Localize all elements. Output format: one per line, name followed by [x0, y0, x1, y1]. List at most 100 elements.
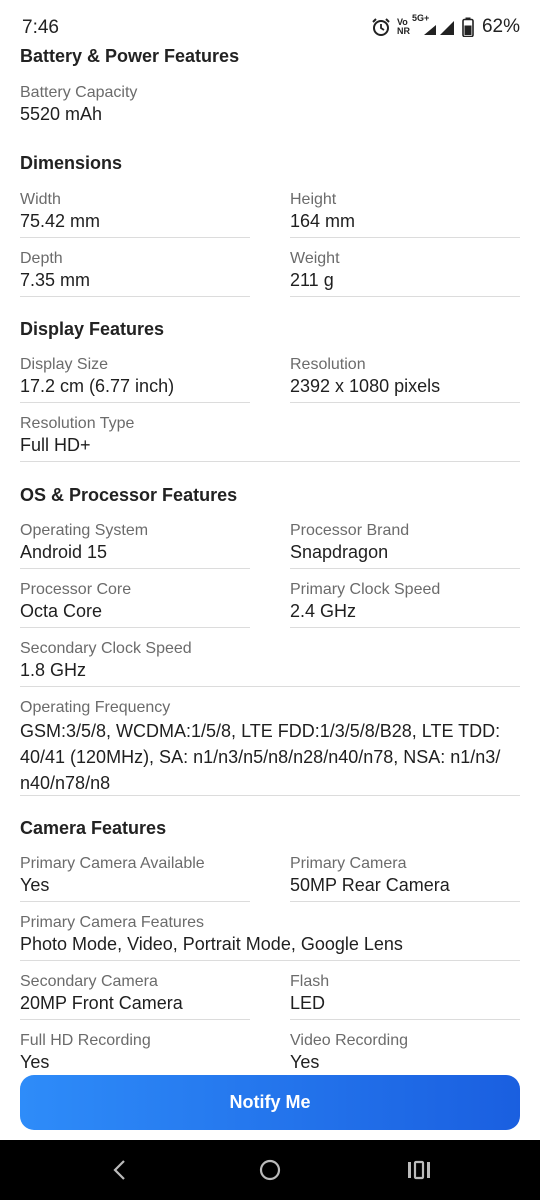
- section-title-dimensions: Dimensions: [20, 153, 123, 173]
- field-value: LED: [290, 993, 326, 1013]
- field-label: Weight: [290, 250, 340, 267]
- field-height: Height 164 mm: [290, 190, 520, 232]
- field-value: 50MP Rear Camera: [290, 875, 450, 895]
- divider: [290, 568, 520, 569]
- divider: [290, 296, 520, 297]
- signal-icon: 5G+: [412, 13, 456, 37]
- field-label: Resolution Type: [20, 415, 135, 432]
- field-value: 164 mm: [290, 211, 356, 231]
- navigation-bar: [0, 1140, 540, 1200]
- volte-label: Vo NR: [397, 18, 410, 36]
- field-label: Processor Brand: [290, 522, 410, 539]
- field-value: 20MP Front Camera: [20, 993, 183, 1013]
- divider: [20, 686, 520, 687]
- field-label: Primary Camera Available: [20, 855, 205, 872]
- recents-icon[interactable]: [406, 1158, 432, 1187]
- divider: [20, 296, 250, 297]
- field-depth: Depth 7.35 mm: [20, 249, 250, 291]
- field-label: Operating System: [20, 522, 149, 539]
- field-value: Yes: [290, 1052, 320, 1072]
- field-resolution: Resolution 2392 x 1080 pixels: [290, 355, 520, 397]
- field-label: Depth: [20, 250, 63, 267]
- spec-content[interactable]: Battery & Power Features Battery Capacit…: [0, 0, 540, 1140]
- field-value: Android 15: [20, 542, 108, 562]
- field-video-recording: Video Recording Yes: [290, 1031, 520, 1073]
- field-flash: Flash LED: [290, 972, 520, 1014]
- home-icon[interactable]: [258, 1158, 282, 1187]
- field-battery-capacity: Battery Capacity 5520 mAh: [20, 83, 250, 125]
- battery-icon: [462, 17, 474, 37]
- field-label: Width: [20, 191, 61, 208]
- divider: [20, 901, 250, 902]
- divider: [20, 1019, 250, 1020]
- field-value: 17.2 cm (6.77 inch): [20, 376, 175, 396]
- network-type-label: 5G+: [411, 13, 430, 23]
- field-operating-system: Operating System Android 15: [20, 521, 250, 563]
- divider: [20, 402, 250, 403]
- status-bar: 7:46 Vo NR 5G+ 62%: [0, 0, 540, 48]
- notify-me-button[interactable]: Notify Me: [20, 1075, 520, 1130]
- divider: [20, 237, 250, 238]
- battery-percentage: 62%: [481, 16, 520, 37]
- field-label: Display Size: [20, 356, 109, 373]
- field-display-size: Display Size 17.2 cm (6.77 inch): [20, 355, 250, 397]
- field-label: Processor Core: [20, 581, 132, 598]
- field-value: Full HD+: [20, 435, 91, 455]
- field-value: Yes: [20, 875, 50, 895]
- divider: [290, 1019, 520, 1020]
- field-value: 1.8 GHz: [20, 660, 87, 680]
- divider: [20, 795, 520, 796]
- section-title-camera: Camera Features: [20, 818, 167, 838]
- field-resolution-type: Resolution Type Full HD+: [20, 414, 250, 456]
- field-label: Secondary Clock Speed: [20, 640, 192, 657]
- section-title-display: Display Features: [20, 319, 165, 339]
- divider: [290, 237, 520, 238]
- section-title-os: OS & Processor Features: [20, 485, 238, 505]
- field-label: Resolution: [290, 356, 366, 373]
- divider: [20, 568, 250, 569]
- field-operating-frequency: Operating Frequency GSM:3/5/8, WCDMA:1/5…: [20, 698, 520, 796]
- field-value: 5520 mAh: [20, 104, 103, 124]
- field-value: 2.4 GHz: [290, 601, 357, 621]
- divider: [20, 461, 520, 462]
- field-weight: Weight 211 g: [290, 249, 520, 291]
- field-processor-brand: Processor Brand Snapdragon: [290, 521, 520, 563]
- field-label: Full HD Recording: [20, 1032, 151, 1049]
- field-label: Video Recording: [290, 1032, 409, 1049]
- field-value-line: GSM:3/5/8, WCDMA:1/5/8, LTE FDD:1/3/5/8/…: [20, 721, 501, 741]
- status-time: 7:46: [22, 17, 59, 38]
- field-label: Secondary Camera: [20, 973, 158, 990]
- field-primary-clock: Primary Clock Speed 2.4 GHz: [290, 580, 520, 622]
- divider: [290, 901, 520, 902]
- field-primary-camera-available: Primary Camera Available Yes: [20, 854, 250, 896]
- field-label: Battery Capacity: [20, 84, 138, 101]
- field-primary-camera-features: Primary Camera Features Photo Mode, Vide…: [20, 913, 520, 955]
- alarm-icon: [371, 17, 391, 37]
- field-label: Operating Frequency: [20, 699, 171, 716]
- back-icon[interactable]: [108, 1158, 132, 1187]
- divider: [290, 402, 520, 403]
- field-label: Primary Clock Speed: [290, 581, 441, 598]
- field-value: 211 g: [290, 270, 334, 290]
- field-value: Octa Core: [20, 601, 103, 621]
- divider: [290, 627, 520, 628]
- field-full-hd-recording: Full HD Recording Yes: [20, 1031, 250, 1073]
- divider: [20, 960, 520, 961]
- field-value: Yes: [20, 1052, 50, 1072]
- field-label: Primary Camera: [290, 855, 407, 872]
- status-icons: Vo NR 5G+ 62%: [371, 13, 520, 38]
- field-value-line: 40/41 (120MHz), SA: n1/n3/n5/n8/n28/n40/…: [20, 747, 501, 767]
- field-value: 75.42 mm: [20, 211, 101, 231]
- field-width: Width 75.42 mm: [20, 190, 250, 232]
- field-processor-core: Processor Core Octa Core: [20, 580, 250, 622]
- volte-bottom: NR: [396, 26, 410, 36]
- field-label: Flash: [290, 973, 330, 990]
- divider: [20, 627, 250, 628]
- field-secondary-clock: Secondary Clock Speed 1.8 GHz: [20, 639, 250, 681]
- section-title-battery: Battery & Power Features: [20, 46, 240, 66]
- field-value: Photo Mode, Video, Portrait Mode, Google…: [20, 934, 403, 954]
- field-value-line: n40/n78/n8: [20, 773, 111, 793]
- field-value: Snapdragon: [290, 542, 389, 562]
- field-label: Height: [290, 191, 337, 208]
- field-label: Primary Camera Features: [20, 914, 205, 931]
